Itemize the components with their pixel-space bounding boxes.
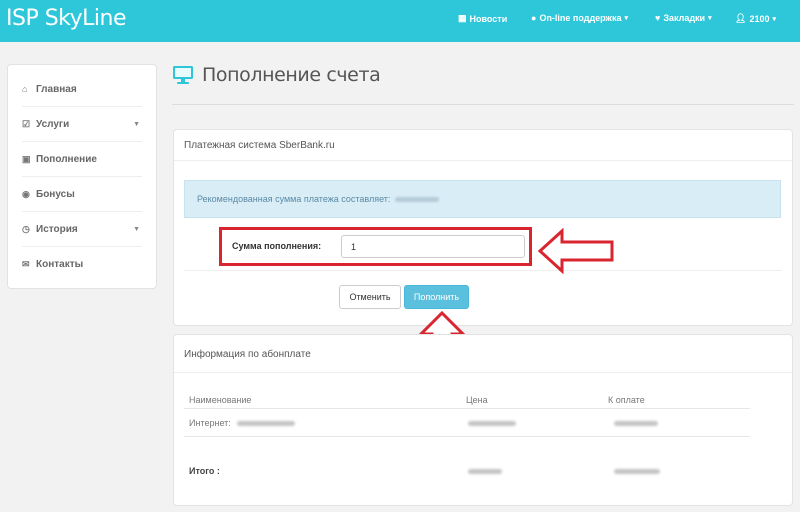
amount-label: Сумма пополнения: — [232, 241, 322, 251]
clock-icon: ◷ — [22, 223, 30, 234]
page-header: Пополнение счета — [172, 64, 381, 86]
divider — [174, 160, 792, 161]
chevron-down-icon: ▾ — [708, 15, 712, 22]
monitor-icon — [173, 66, 193, 84]
sidebar-item-label: Бонусы — [36, 188, 75, 200]
sidebar-item-label: Пополнение — [36, 153, 97, 165]
divider — [184, 436, 750, 437]
checkbox-icon: ☑ — [22, 118, 31, 129]
table-row-total-to-pay — [614, 466, 660, 476]
divider — [172, 104, 794, 105]
nav-news-label: Новости — [469, 13, 508, 24]
recommended-amount-alert: Рекомендованная сумма платежа составляет… — [184, 180, 781, 218]
redacted-price — [468, 421, 516, 426]
sidebar-item-label: История — [36, 223, 78, 235]
divider — [174, 372, 792, 373]
table-row-internet-label: Интернет: — [189, 418, 296, 428]
chat-icon: ● — [531, 13, 537, 23]
chevron-down-icon: ▼ — [133, 225, 140, 233]
recommended-amount-text: Рекомендованная сумма платежа составляет… — [197, 194, 391, 204]
table-row-total-price — [468, 466, 502, 476]
chevron-down-icon: ▾ — [624, 15, 628, 22]
calendar-icon: ▦ — [458, 13, 467, 23]
sidebar-item-services[interactable]: ☑ Услуги ▼ — [22, 107, 142, 142]
envelope-icon: ✉ — [22, 259, 30, 269]
sidebar-item-label: Услуги — [36, 118, 70, 130]
nav-news[interactable]: ▦ Новости — [458, 13, 507, 24]
page-title: Пополнение счета — [202, 64, 381, 86]
redacted-amount — [395, 196, 440, 202]
nav-support[interactable]: ● On-line поддержка ▾ — [531, 13, 628, 23]
table-row-internet-to-pay — [614, 418, 658, 428]
top-navbar: ISP SkyLine ▦ Новости ● On-line поддержк… — [0, 0, 800, 42]
redacted-amount — [614, 469, 660, 474]
sidebar-item-label: Главная — [36, 83, 77, 95]
fee-info-header: Информация по абонплате — [184, 349, 311, 360]
fee-info-panel: Информация по абонплате Наименование Цен… — [173, 334, 793, 506]
chevron-down-icon: ▾ — [772, 15, 776, 23]
redacted-price — [468, 469, 502, 474]
sidebar-item-label: Контакты — [36, 259, 84, 270]
nav-bookmarks-label: Закладки — [663, 13, 706, 23]
cancel-button[interactable]: Отменить — [339, 285, 401, 309]
arrow-left-annotation-icon — [538, 228, 614, 274]
nav-user[interactable]: 👤︎ 2100 ▾ — [735, 13, 776, 24]
nav-user-label: 2100 — [749, 13, 770, 24]
redacted-tariff — [237, 421, 296, 426]
sidebar-item-home[interactable]: ⌂ Главная — [22, 72, 142, 107]
sidebar-item-history[interactable]: ◷ История ▼ — [22, 212, 142, 247]
table-row-internet-price — [468, 418, 516, 428]
nav-bookmarks[interactable]: ♥ Закладки ▾ — [655, 13, 712, 23]
divider — [184, 270, 782, 271]
amount-input[interactable] — [341, 235, 525, 258]
topup-submit-button[interactable]: Пополнить — [404, 285, 469, 309]
divider — [184, 408, 750, 409]
column-header-to-pay: К оплате — [608, 395, 645, 405]
table-row-total-label: Итого : — [189, 466, 220, 476]
user-icon: 👤︎ — [735, 13, 747, 23]
sidebar-item-bonuses[interactable]: ◉ Бонусы — [22, 177, 142, 212]
internet-row-label: Интернет: — [189, 418, 231, 428]
nav-support-label: On-line поддержка — [539, 13, 622, 23]
sidebar-item-contacts[interactable]: ✉ Контакты — [22, 247, 142, 282]
gift-icon: ◉ — [22, 188, 30, 199]
amount-highlight-box: Сумма пополнения: — [219, 227, 532, 266]
home-icon: ⌂ — [22, 84, 28, 94]
chevron-down-icon: ▼ — [133, 120, 140, 128]
column-header-price: Цена — [466, 395, 488, 405]
payment-system-header: Платежная система SberBank.ru — [184, 140, 335, 151]
sidebar-item-topup[interactable]: ▣ Пополнение — [22, 142, 142, 177]
sidebar: ⌂ Главная ☑ Услуги ▼ ▣ Пополнение ◉ Бону… — [7, 64, 157, 289]
column-header-name: Наименование — [189, 395, 252, 405]
payment-panel: Платежная система SberBank.ru Рекомендов… — [173, 129, 793, 326]
brand-logo[interactable]: ISP SkyLine — [6, 6, 127, 31]
redacted-amount — [614, 421, 658, 426]
heart-icon: ♥ — [655, 13, 661, 23]
money-icon: ▣ — [22, 153, 31, 164]
